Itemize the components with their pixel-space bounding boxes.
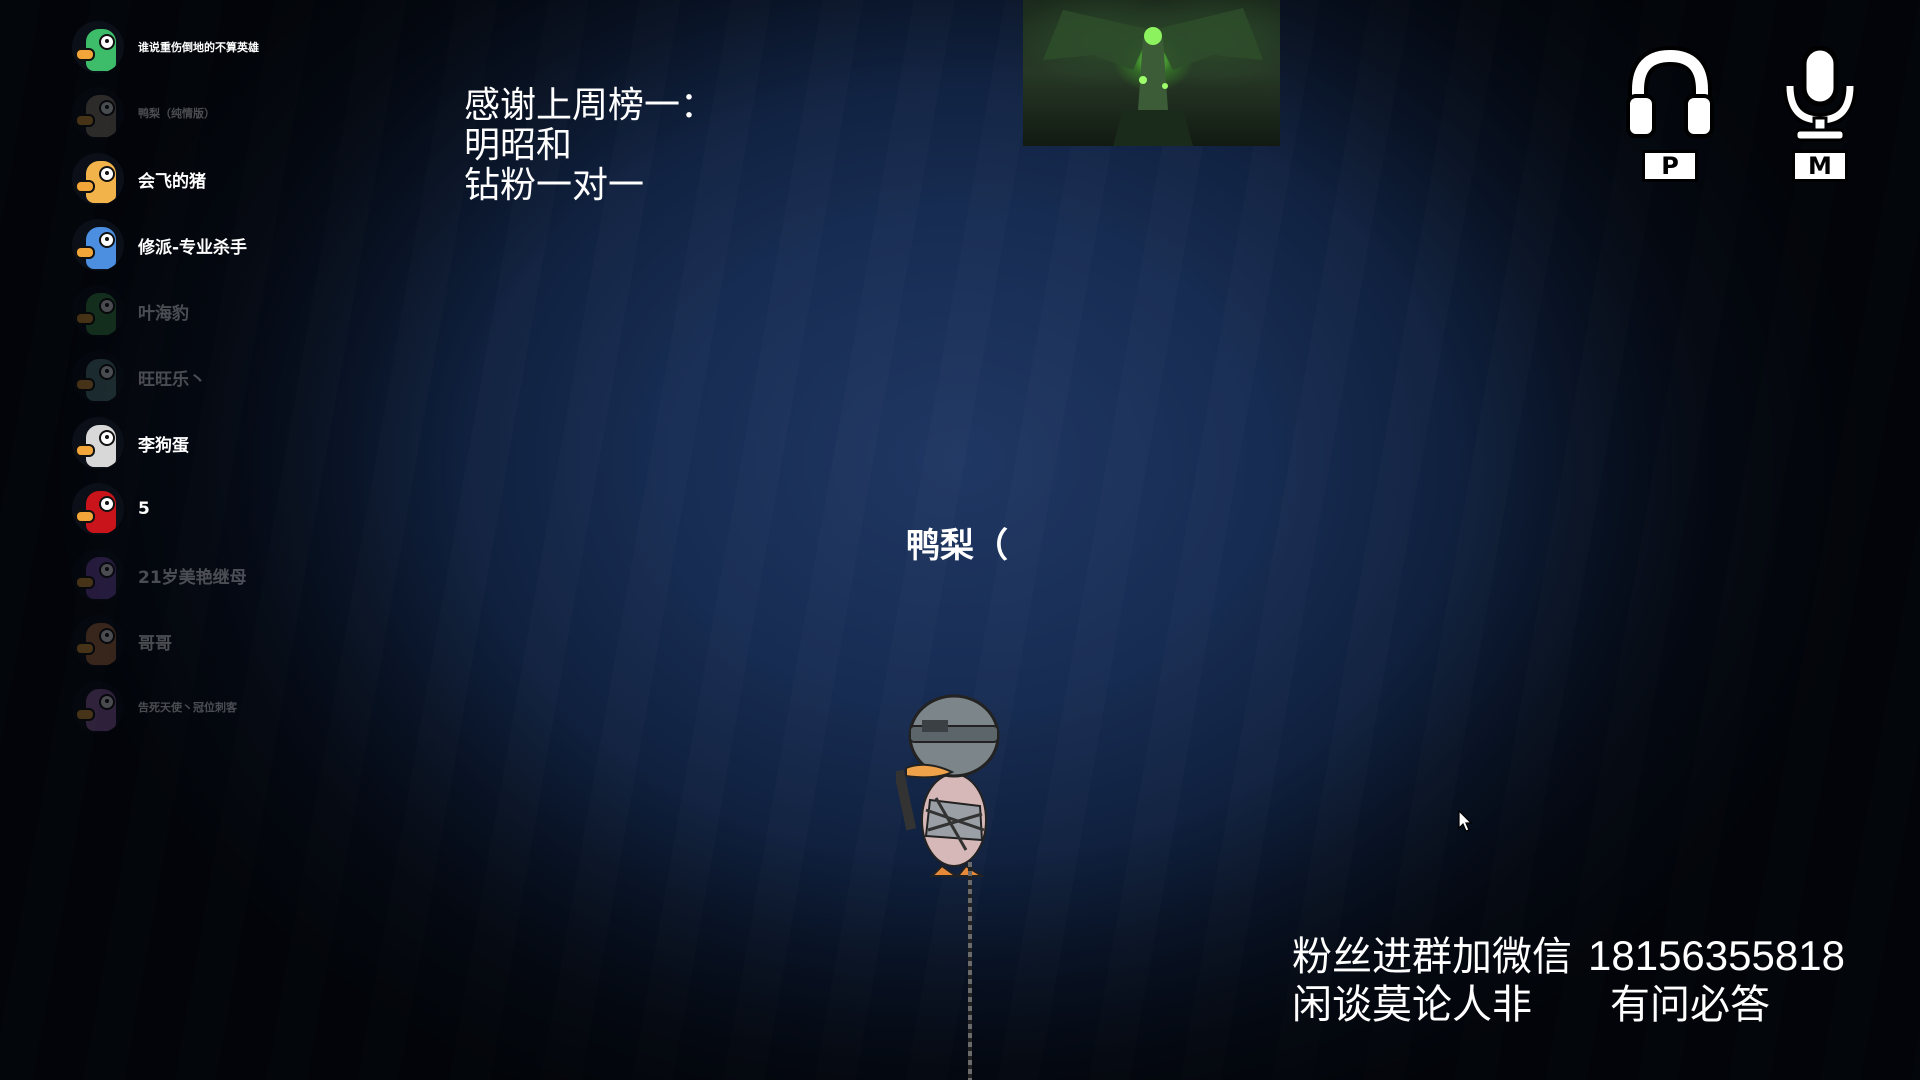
- promo-phone: 18156355818: [1588, 932, 1845, 979]
- goose-character[interactable]: [893, 680, 1006, 880]
- player-name: 哥哥: [138, 633, 172, 654]
- player-list-item: 叶海豹: [72, 278, 352, 344]
- dragon-image: [1023, 0, 1280, 146]
- headset-key-label: P: [1642, 150, 1698, 182]
- player-name: 告死天使丶冠位刺客: [138, 701, 237, 714]
- player-name: 谁说重伤倒地的不算英雄: [138, 41, 259, 54]
- goose-avatar-icon: [72, 219, 124, 271]
- promo-motto-right: 有问必答: [1610, 982, 1770, 1028]
- player-name: 旺旺乐丶: [138, 369, 206, 390]
- goose-avatar-icon: [72, 21, 124, 73]
- player-list-item: 5: [72, 476, 352, 542]
- player-name: 叶海豹: [138, 303, 189, 324]
- mic-key-label: M: [1792, 150, 1848, 182]
- goose-avatar-icon: [72, 483, 124, 535]
- microphone-icon: [1783, 45, 1857, 142]
- player-list-item: 21岁美艳继母: [72, 542, 352, 608]
- player-list-item: 哥哥: [72, 608, 352, 674]
- player-list-item: 修派-专业杀手: [72, 212, 352, 278]
- goose-avatar-icon: [72, 549, 124, 601]
- promo-wechat-label: 粉丝进群加微信: [1292, 934, 1572, 980]
- promo-line-2: 闲谈莫论人非 有问必答: [1292, 981, 1845, 1029]
- player-name: 21岁美艳继母: [138, 567, 247, 588]
- goose-avatar-icon: [72, 285, 124, 337]
- goose-avatar-icon: [72, 351, 124, 403]
- player-list-item: 会飞的猪: [72, 146, 352, 212]
- goose-avatar-icon: [72, 681, 124, 733]
- dragon-illustration: [1043, 8, 1263, 146]
- goose-avatar-icon: [72, 153, 124, 205]
- promo-line-1: 粉丝进群加微信 18156355818: [1292, 932, 1845, 981]
- thanks-text: 感谢上周榜一： 明昭和 钻粉一对一: [464, 86, 716, 206]
- player-name: 李狗蛋: [138, 435, 189, 456]
- player-list-item: 谁说重伤倒地的不算英雄: [72, 14, 352, 80]
- goose-avatar-icon: [72, 87, 124, 139]
- mouse-cursor-icon: [1458, 810, 1472, 832]
- headset-icon: [1626, 45, 1714, 138]
- player-list-item: 旺旺乐丶: [72, 344, 352, 410]
- player-name-label: 鸭梨（: [906, 526, 1008, 566]
- goose-avatar-icon: [72, 615, 124, 667]
- player-name: 修派-专业杀手: [138, 237, 248, 258]
- headset-hud[interactable]: P: [1620, 45, 1720, 196]
- thanks-line-1: 感谢上周榜一：: [464, 85, 717, 126]
- promo-motto-left: 闲谈莫论人非: [1292, 982, 1532, 1028]
- mic-hud[interactable]: M: [1770, 45, 1870, 196]
- player-name: 5: [138, 499, 150, 519]
- promo-text: 粉丝进群加微信 18156355818 闲谈莫论人非 有问必答: [1292, 932, 1845, 1029]
- player-name: 鸭梨（纯情版）: [138, 107, 215, 120]
- game-stage: 谁说重伤倒地的不算英雄 鸭梨（纯情版） 会飞的猪修派-专业杀手 叶海豹旺旺乐丶李狗蛋 5…: [0, 0, 1920, 1080]
- player-list-item: 鸭梨（纯情版）: [72, 80, 352, 146]
- goose-avatar-icon: [72, 417, 124, 469]
- thanks-line-3: 钻粉一对一: [464, 165, 645, 206]
- rope: [968, 862, 972, 1080]
- goose-soldier-sprite: [893, 694, 1000, 877]
- player-list-item: 告死天使丶冠位刺客: [72, 674, 352, 740]
- player-list-item: 李狗蛋: [72, 410, 352, 476]
- player-list: 谁说重伤倒地的不算英雄 鸭梨（纯情版） 会飞的猪修派-专业杀手 叶海豹旺旺乐丶李狗蛋 5…: [72, 14, 352, 740]
- thanks-line-2: 明昭和: [464, 125, 573, 166]
- player-name: 会飞的猪: [138, 171, 206, 192]
